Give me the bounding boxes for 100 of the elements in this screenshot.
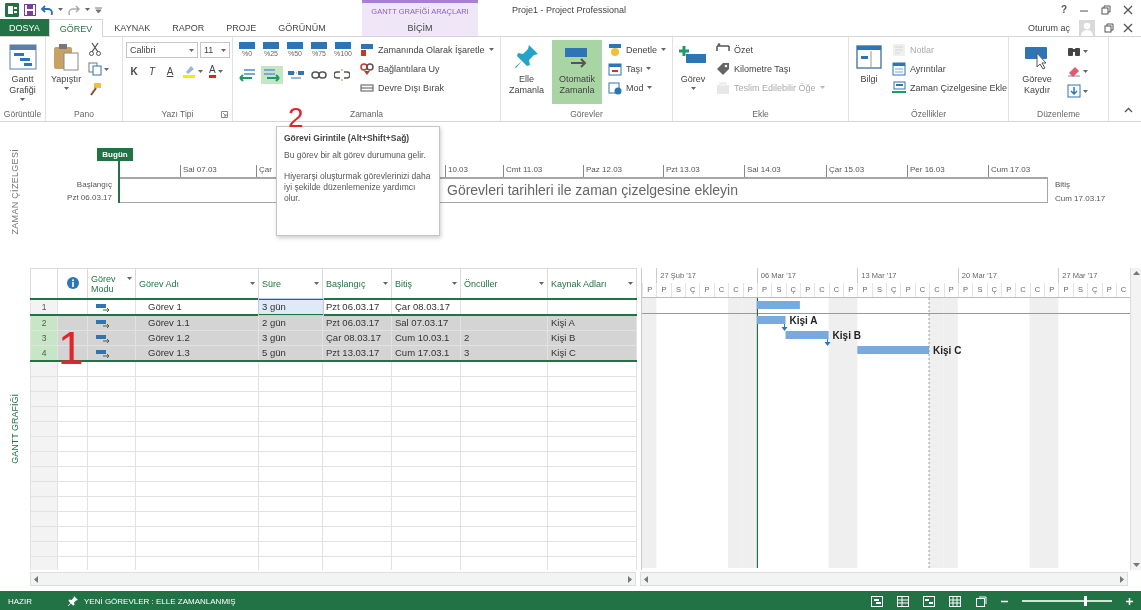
indent-button[interactable]: [236, 66, 258, 84]
task-bar-icon: [239, 42, 255, 49]
redo-icon[interactable]: [68, 4, 80, 15]
ribbon-command[interactable]: Zamanında Olarak İşaretle: [357, 41, 497, 58]
ribbon-tab[interactable]: RAPOR: [161, 19, 216, 36]
ribbon-command[interactable]: Denetle: [604, 41, 669, 58]
fill-button[interactable]: [1065, 82, 1090, 100]
ribbon-tab[interactable]: GÖRÜNÜM: [267, 19, 337, 36]
caret-icon: [383, 281, 388, 285]
ribbon-command[interactable]: Taşı: [604, 60, 669, 77]
format-button[interactable]: A: [162, 62, 178, 80]
column-header[interactable]: Kaynak Adları: [547, 268, 637, 299]
horizontal-scrollbar[interactable]: [640, 572, 1128, 586]
bar-label: Kişi A: [789, 315, 818, 326]
caret-icon: [1083, 69, 1088, 73]
panel-icon: [892, 61, 906, 76]
ribbon-button[interactable]: Otomatik Zamanla: [551, 40, 602, 104]
clipboard-icon: [51, 42, 82, 72]
binoculars-icon: [1067, 45, 1081, 57]
bar-label: Kişi B: [832, 330, 861, 341]
dependency-arrow: [824, 338, 831, 346]
column-header[interactable]: Öncüller: [460, 268, 548, 299]
ribbon-tab[interactable]: BİÇİM: [362, 19, 478, 36]
slider-thumb[interactable]: [1084, 596, 1087, 606]
column-header[interactable]: Başlangıç: [322, 268, 392, 299]
timeline-tick-label: Sal 07.03: [180, 165, 217, 177]
task-bar-icon: [287, 42, 303, 49]
chain-icon: [360, 61, 374, 76]
column-header[interactable]: Görev Modu: [87, 268, 136, 299]
copy-button[interactable]: [86, 60, 112, 78]
pin-icon: [68, 596, 78, 606]
font-size-field[interactable]: 11: [200, 42, 230, 58]
group-label: Özellikler: [911, 108, 946, 121]
font-color-button[interactable]: A: [207, 62, 225, 80]
format-button[interactable]: T: [144, 62, 160, 80]
ribbon-command[interactable]: Zaman Çizelgesine Ekle: [889, 79, 1011, 96]
outdent-icon: [238, 68, 256, 82]
restore-icon[interactable]: [1101, 4, 1111, 15]
task-usage-view-icon[interactable]: [897, 595, 909, 607]
status-text: HAZIR: [8, 596, 32, 606]
ribbon-command[interactable]: Kilometre Taşı: [713, 60, 828, 77]
ribbon-tab[interactable]: PROJE: [215, 19, 268, 36]
ribbon-command[interactable]: Özet: [713, 41, 828, 58]
ribbon-button[interactable]: Yapıştır: [49, 40, 84, 104]
timeline-end-date: Cum 17.03.17: [1055, 194, 1106, 203]
task-bar-icon: [335, 42, 351, 49]
column-header[interactable]: Süre: [258, 268, 323, 299]
sign-in-link[interactable]: Oturum aç: [1028, 22, 1070, 33]
ribbon-button[interactable]: Elle Zamanla: [504, 40, 549, 104]
close-icon[interactable]: [1123, 22, 1133, 33]
format-button[interactable]: K: [126, 62, 142, 80]
column-header[interactable]: Görev Adı: [135, 268, 259, 299]
restore-icon[interactable]: [1104, 22, 1114, 33]
ribbon-command[interactable]: Mod: [604, 79, 669, 96]
ribbon-button[interactable]: Gantt Grafiği: [3, 40, 42, 104]
timeline-tick-label: Çar 15.03: [826, 165, 865, 177]
ribbon-tab[interactable]: DOSYA: [0, 19, 49, 36]
team-planner-view-icon[interactable]: [923, 595, 935, 607]
window-title: Proje1 - Project Professional: [512, 4, 627, 15]
font-name-field[interactable]: Calibri: [126, 42, 198, 58]
ribbon-command[interactable]: Bağlantılara Uy: [357, 60, 497, 77]
undo-icon[interactable]: [41, 4, 53, 15]
help-button[interactable]: ?: [1060, 4, 1067, 15]
caret-icon: [221, 48, 226, 52]
timeline-tick-label: 10.03: [445, 165, 469, 177]
column-header[interactable]: Bitiş: [391, 268, 461, 299]
dialog-launcher-icon[interactable]: [221, 111, 228, 118]
ribbon-button[interactable]: Bilgi: [852, 40, 886, 104]
group-label: Zamanla: [349, 108, 384, 121]
highlighter-icon: [182, 64, 196, 78]
ribbon-tab[interactable]: GÖREV: [48, 19, 104, 37]
scroll-up-icon: [1132, 271, 1140, 275]
report-view-icon[interactable]: [975, 595, 987, 607]
gantt-view-icon[interactable]: [871, 595, 883, 607]
save-icon[interactable]: [24, 3, 36, 16]
caret-icon: [58, 8, 63, 11]
close-icon[interactable]: [1123, 4, 1133, 15]
caret-icon: [1083, 49, 1088, 53]
collapse-ribbon-icon[interactable]: [1124, 107, 1133, 113]
caret-icon: [628, 281, 633, 285]
scissors-icon: [88, 42, 103, 56]
info-panel-icon: [854, 42, 884, 72]
zoom-in-icon[interactable]: [1126, 597, 1133, 605]
unlink-button[interactable]: [332, 66, 352, 84]
ribbon-command[interactable]: Ayrıntılar: [889, 60, 1011, 77]
group-label: Pano: [74, 108, 94, 121]
indent-button[interactable]: [261, 66, 283, 84]
timeline-tick-label: Sal 14.03: [744, 165, 781, 177]
ribbon-button[interactable]: Görev: [676, 40, 710, 104]
ribbon-button[interactable]: Göreve Kaydır: [1012, 40, 1062, 104]
scroll-left-icon: [644, 575, 648, 583]
horizontal-scrollbar[interactable]: [30, 572, 636, 586]
paintbrush-icon: [88, 82, 103, 96]
status-text[interactable]: YENİ GÖREVLER : ELLE ZAMANLANMIŞ: [84, 596, 236, 606]
row-number[interactable]: 2: [30, 315, 58, 331]
customize-icon[interactable]: [95, 6, 102, 13]
vertical-scrollbar[interactable]: [1130, 268, 1141, 570]
ribbon-tab[interactable]: KAYNAK: [103, 19, 162, 36]
resource-sheet-view-icon[interactable]: [949, 595, 961, 607]
ribbon-command[interactable]: Devre Dışı Bırak: [357, 79, 497, 96]
